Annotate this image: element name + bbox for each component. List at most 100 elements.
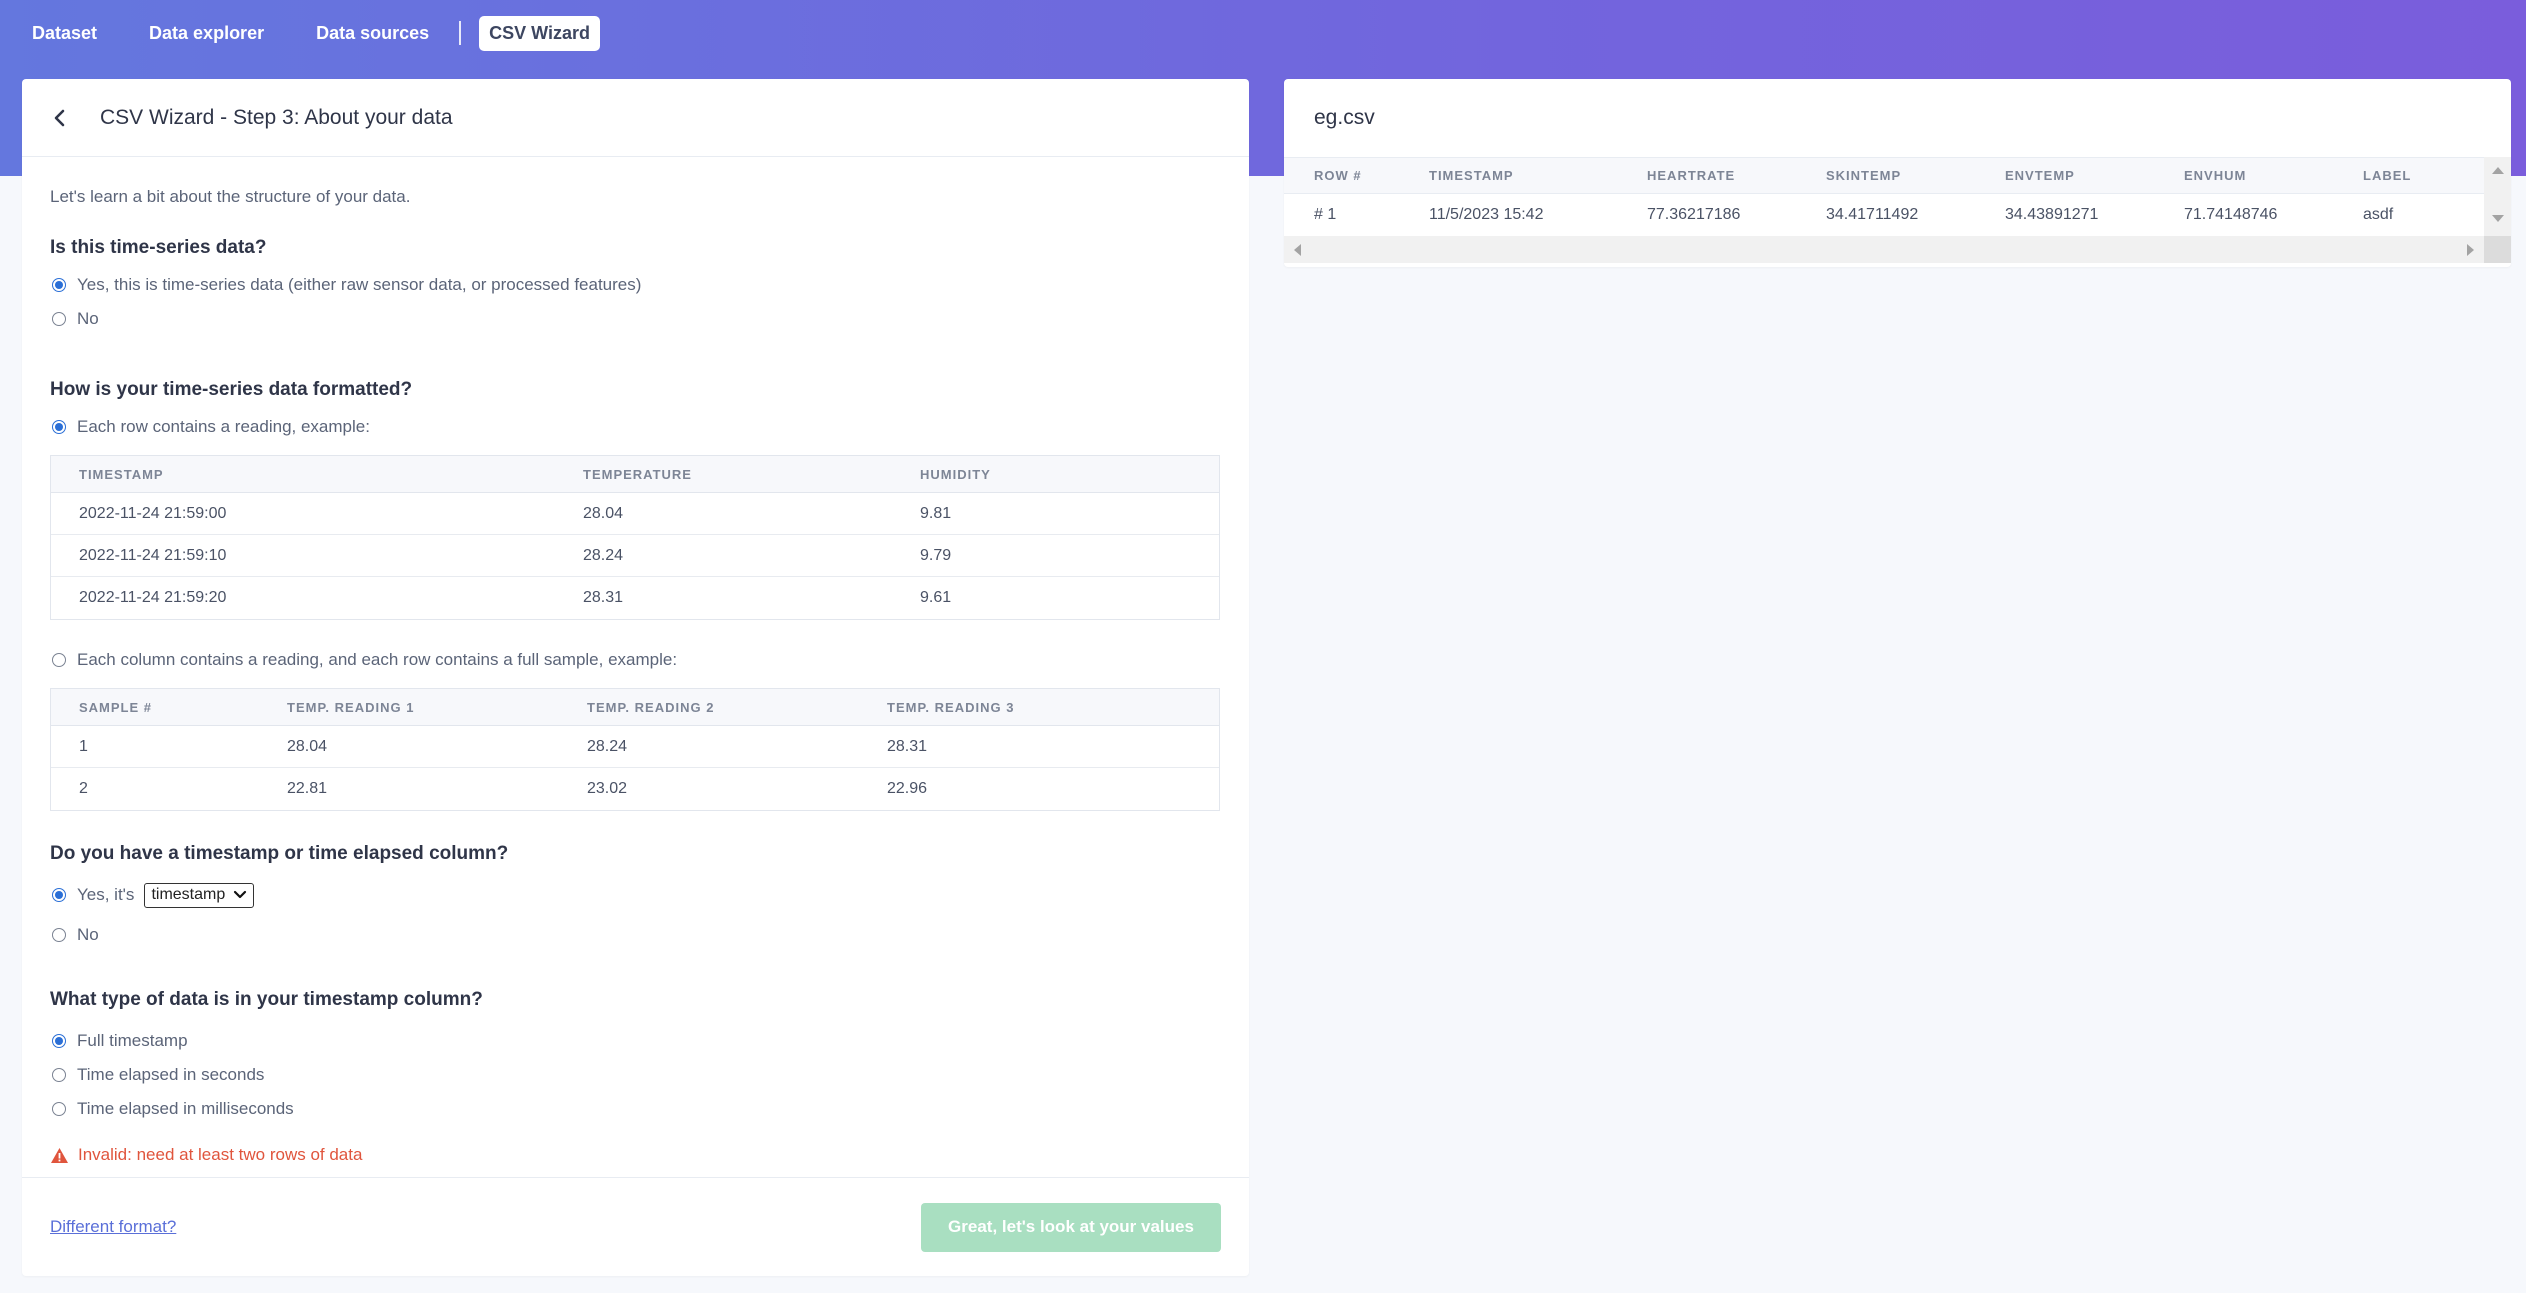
- table-cell: 28.31: [887, 737, 928, 755]
- table-cell: 22.96: [887, 780, 928, 797]
- radio-time-series-no[interactable]: [52, 312, 66, 326]
- option-column-reading[interactable]: Each column contains a reading, and each…: [50, 650, 1221, 669]
- radio-elapsed-seconds[interactable]: [52, 1068, 66, 1082]
- table-cell: 28.31: [583, 589, 624, 606]
- error-text: Invalid: need at least two rows of data: [78, 1145, 363, 1164]
- scroll-left-icon[interactable]: [1294, 244, 1301, 256]
- scroll-up-icon[interactable]: [2492, 167, 2504, 174]
- column-header: ROW #: [1314, 168, 1362, 183]
- csv-preview-panel: eg.csv ROW # TIMESTAMP HEARTRATE SKINTEM…: [1284, 79, 2511, 267]
- table-cell: 28.24: [587, 737, 628, 755]
- warning-icon: [50, 1147, 69, 1164]
- scroll-down-icon[interactable]: [2492, 215, 2504, 222]
- option-label: Yes, this is time-series data (either ra…: [77, 275, 642, 294]
- radio-timestamp-yes[interactable]: [52, 888, 66, 902]
- option-label: No: [77, 925, 99, 944]
- wizard-body: Let's learn a bit about the structure of…: [22, 187, 1249, 1165]
- option-timestamp-yes[interactable]: Yes, it's timestamp: [50, 882, 1221, 908]
- tab-csv-wizard[interactable]: CSV Wizard: [479, 15, 601, 51]
- preview-table: ROW # TIMESTAMP HEARTRATE SKINTEMP ENVTE…: [1284, 157, 2484, 236]
- timestamp-column-select[interactable]: timestamp: [144, 882, 255, 908]
- tab-dataset[interactable]: Dataset: [32, 23, 97, 44]
- question-timestamp-column: Do you have a timestamp or time elapsed …: [50, 843, 509, 864]
- table-cell: # 1: [1314, 206, 1337, 223]
- option-label: Each row contains a reading, example:: [77, 417, 370, 436]
- option-elapsed-milliseconds[interactable]: Time elapsed in milliseconds: [50, 1099, 1221, 1118]
- wizard-footer: Different format? Great, let's look at y…: [22, 1177, 1249, 1276]
- table-row: # 1 11/5/2023 15:42 77.36217186 34.41711…: [1284, 194, 2484, 236]
- table-cell: 23.02: [587, 780, 628, 797]
- scrollbar-corner: [2484, 236, 2511, 263]
- scroll-right-icon[interactable]: [2467, 244, 2474, 256]
- table-cell: 34.43891271: [2005, 206, 2099, 223]
- option-row-reading[interactable]: Each row contains a reading, example:: [50, 417, 1221, 436]
- preview-filename: eg.csv: [1314, 106, 1375, 129]
- wizard-header: CSV Wizard - Step 3: About your data: [22, 79, 1249, 157]
- option-elapsed-seconds[interactable]: Time elapsed in seconds: [50, 1065, 1221, 1084]
- column-header: LABEL: [2363, 168, 2412, 183]
- vertical-scrollbar[interactable]: [2484, 157, 2511, 236]
- nav-divider: [459, 21, 462, 45]
- table-cell: 9.61: [920, 589, 952, 606]
- table-header: ROW # TIMESTAMP HEARTRATE SKINTEMP ENVTE…: [1284, 157, 2484, 194]
- column-header: TEMP. READING 1: [287, 699, 415, 715]
- table-cell: 2022-11-24 21:59:10: [79, 546, 227, 564]
- table-cell: 28.24: [583, 546, 624, 564]
- radio-row-reading[interactable]: [52, 420, 66, 434]
- option-label: Time elapsed in milliseconds: [77, 1099, 294, 1118]
- column-header: TEMP. READING 2: [587, 699, 715, 715]
- table-cell: 2022-11-24 21:59:20: [79, 589, 227, 606]
- back-arrow-icon[interactable]: [52, 106, 76, 130]
- table-row: 2 22.81 23.02 22.96: [51, 768, 1219, 810]
- tab-data-explorer[interactable]: Data explorer: [149, 23, 264, 44]
- preview-header: eg.csv: [1284, 79, 2511, 157]
- option-label: Time elapsed in seconds: [77, 1065, 265, 1084]
- table-cell: 22.81: [287, 780, 328, 797]
- table-row: 2022-11-24 21:59:10 28.24 9.79: [51, 535, 1219, 577]
- chevron-down-icon: [233, 888, 247, 902]
- option-label: Yes, it's: [77, 885, 135, 904]
- top-nav: Dataset Data explorer Data sources CSV W…: [0, 0, 2526, 66]
- option-time-series-no[interactable]: No: [50, 309, 1221, 328]
- option-time-series-yes[interactable]: Yes, this is time-series data (either ra…: [50, 275, 1221, 294]
- option-full-timestamp[interactable]: Full timestamp: [50, 1031, 1221, 1050]
- table-row: 2022-11-24 21:59:20 28.31 9.61: [51, 577, 1219, 619]
- question-timestamp-type: What type of data is in your timestamp c…: [50, 989, 483, 1010]
- table-row: 1 28.04 28.24 28.31: [51, 726, 1219, 768]
- table-row: 2022-11-24 21:59:00 28.04 9.81: [51, 493, 1219, 535]
- question-format: How is your time-series data formatted?: [50, 379, 413, 400]
- option-timestamp-no[interactable]: No: [50, 925, 1221, 944]
- column-header: SAMPLE #: [79, 699, 153, 715]
- select-value: timestamp: [151, 886, 226, 903]
- wizard-panel: CSV Wizard - Step 3: About your data Let…: [22, 79, 1249, 1276]
- column-header: SKINTEMP: [1826, 168, 1902, 183]
- column-header: HUMIDITY: [920, 466, 991, 482]
- tab-data-sources[interactable]: Data sources: [316, 23, 429, 44]
- wizard-intro: Let's learn a bit about the structure of…: [50, 187, 411, 206]
- column-header: HEARTRATE: [1647, 168, 1736, 183]
- horizontal-scrollbar[interactable]: [1284, 236, 2484, 263]
- radio-full-timestamp[interactable]: [52, 1034, 66, 1048]
- table-cell: 77.36217186: [1647, 206, 1741, 223]
- example-row-table: TIMESTAMP TEMPERATURE HUMIDITY 2022-11-2…: [50, 455, 1220, 620]
- radio-time-series-yes[interactable]: [52, 278, 66, 292]
- preview-grid-container: ROW # TIMESTAMP HEARTRATE SKINTEMP ENVTE…: [1284, 157, 2511, 267]
- column-header: ENVTEMP: [2005, 168, 2075, 183]
- table-cell: 2: [79, 780, 88, 797]
- table-cell: 34.41711492: [1826, 206, 1919, 223]
- radio-timestamp-no[interactable]: [52, 928, 66, 942]
- table-cell: 11/5/2023 15:42: [1429, 206, 1544, 223]
- different-format-link[interactable]: Different format?: [50, 1217, 176, 1237]
- table-cell: 2022-11-24 21:59:00: [79, 504, 227, 522]
- table-header: SAMPLE # TEMP. READING 1 TEMP. READING 2…: [51, 689, 1219, 726]
- radio-column-reading[interactable]: [52, 653, 66, 667]
- column-header: ENVHUM: [2184, 168, 2247, 183]
- table-cell: 28.04: [583, 504, 624, 522]
- radio-elapsed-milliseconds[interactable]: [52, 1102, 66, 1116]
- look-at-values-button[interactable]: Great, let's look at your values: [921, 1202, 1221, 1252]
- column-header: TIMESTAMP: [1429, 168, 1514, 183]
- column-header: TEMPERATURE: [583, 466, 692, 482]
- option-label: Full timestamp: [77, 1031, 188, 1050]
- table-cell: 71.74148746: [2184, 206, 2278, 223]
- table-cell: 1: [79, 737, 88, 755]
